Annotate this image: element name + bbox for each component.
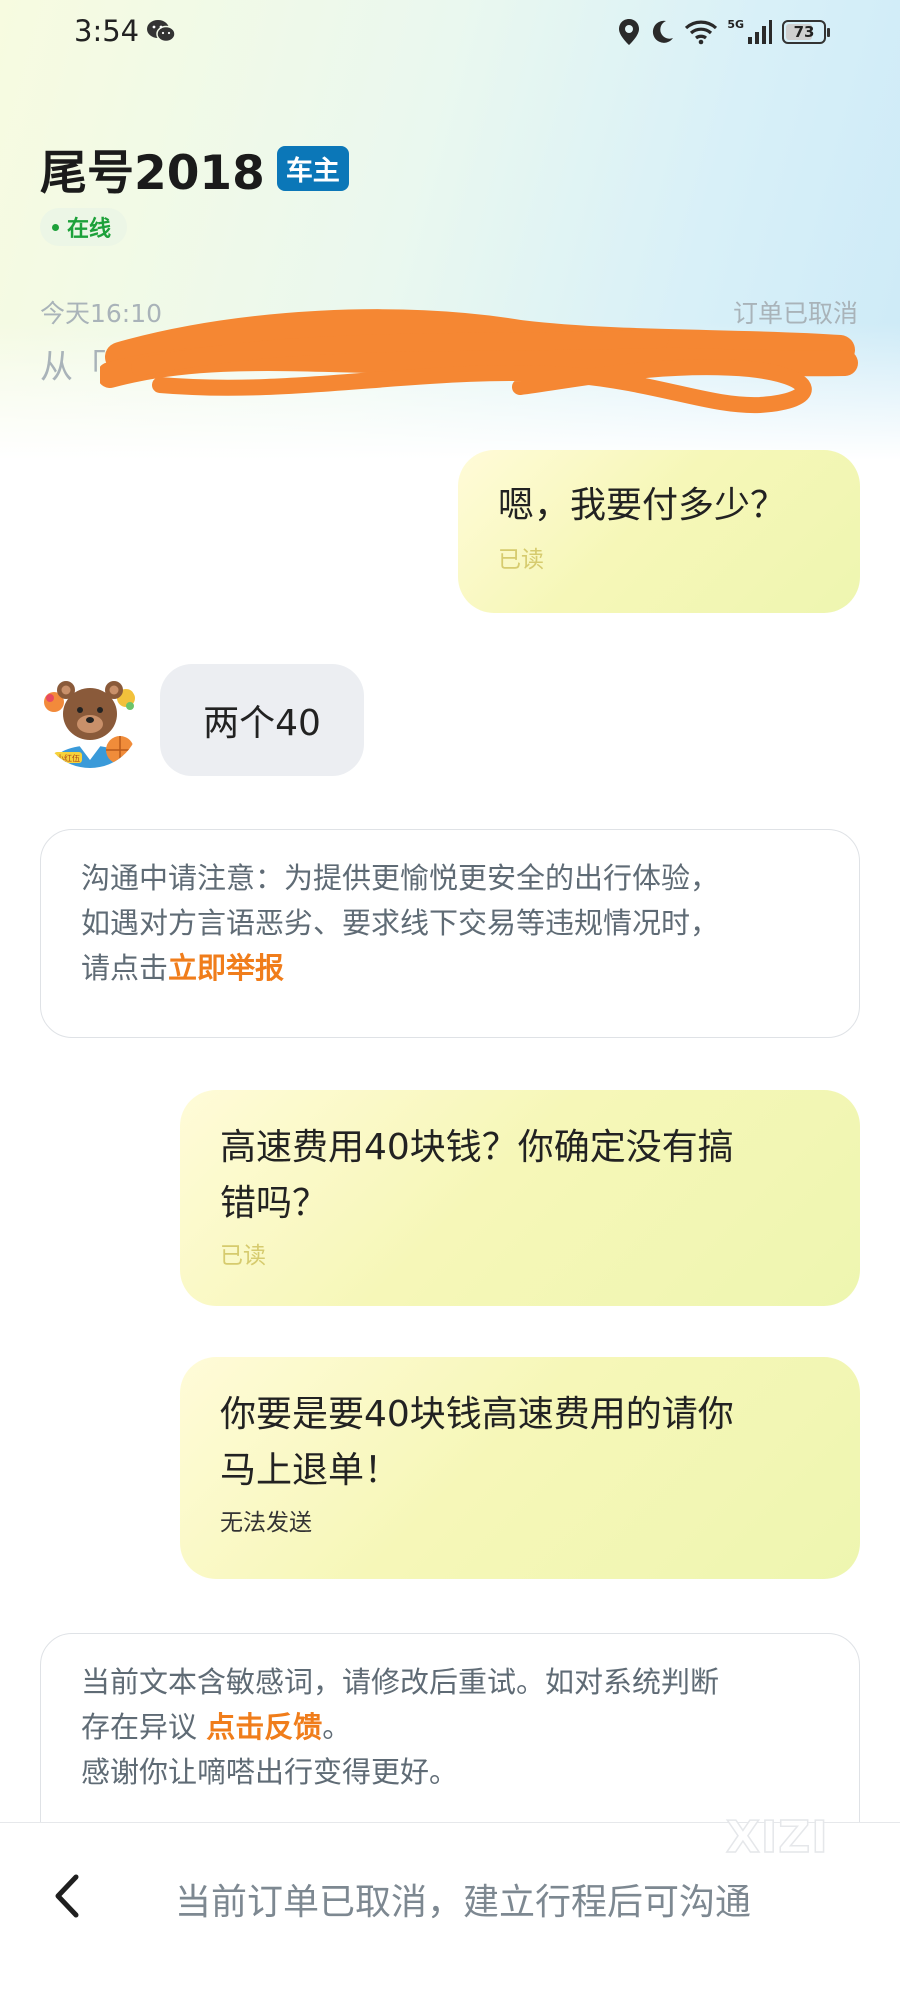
page-title: 尾号2018 <box>40 146 265 201</box>
network-type: 5G <box>727 17 744 31</box>
online-status-label: 在线 <box>67 217 112 242</box>
signal-icon <box>748 20 772 44</box>
message-bubble-sent[interactable]: 嗯，我要付多少？ 已读 <box>458 450 860 613</box>
status-bar: 3:54 5G 73 <box>0 0 900 66</box>
location-icon <box>619 19 640 45</box>
message-text-line: 马上退单！ <box>220 1450 401 1491</box>
message-text-line: 高速费用40块钱？你确定没有搞 <box>220 1127 734 1168</box>
feedback-link[interactable]: 点击反馈 <box>206 1710 322 1744</box>
notice-line: 如遇对方言语恶劣、要求线下交易等违规情况时， <box>81 906 720 940</box>
message-read-status: 已读 <box>220 1243 266 1269</box>
message-bubble-failed[interactable]: 你要是要40块钱高速费用的请你 马上退单！ 无法发送 <box>180 1357 860 1579</box>
message-send-failed-status: 无法发送 <box>220 1510 312 1536</box>
chevron-left-icon[interactable] <box>46 1871 90 1921</box>
message-bubble-received[interactable]: 两个40 <box>160 664 364 776</box>
moon-icon <box>653 20 674 43</box>
battery-icon: 73 <box>782 20 830 44</box>
chat-disabled-hint: 当前订单已取消，建立行程后可沟通 <box>175 1882 752 1923</box>
chat-header: 尾号2018 车主 <box>40 134 349 203</box>
wechat-icon <box>147 20 176 43</box>
message-text: 嗯，我要付多少？ <box>498 485 787 526</box>
notice-line: 沟通中请注意：为提供更愉悦更安全的出行体验， <box>81 861 720 895</box>
role-badge: 车主 <box>276 146 349 191</box>
safety-notice: 沟通中请注意：为提供更愉悦更安全的出行体验， 如遇对方言语恶劣、要求线下交易等违… <box>40 829 860 1038</box>
wifi-icon <box>685 20 718 45</box>
message-text-line: 你要是要40块钱高速费用的请你 <box>220 1394 734 1435</box>
message-text-line: 错吗？ <box>220 1183 329 1224</box>
battery-text: 73 <box>793 23 815 41</box>
online-status-badge: 在线 <box>40 208 128 246</box>
notice-line: 请点击立即举报 <box>81 946 819 991</box>
watermark: XIZI <box>725 1811 829 1864</box>
notice-line-prefix: 存在异议 <box>81 1710 207 1744</box>
notice-line: 当前文本含敏感词，请修改后重试。如对系统判断 <box>81 1665 720 1699</box>
report-link[interactable]: 立即举报 <box>168 951 284 985</box>
notice-line-suffix: 。 <box>322 1710 352 1744</box>
redaction-scribble <box>100 309 858 414</box>
message-text: 两个40 <box>203 703 321 744</box>
trip-route[interactable]: 从「 <box>40 340 106 388</box>
message-bubble-sent[interactable]: 高速费用40块钱？你确定没有搞 错吗？ 已读 <box>180 1090 860 1306</box>
avatar[interactable]: 小红伍 <box>40 668 140 768</box>
bear-avatar-icon: 小红伍 <box>40 668 140 768</box>
status-time: 3:54 <box>74 14 140 48</box>
status-icons: 5G 73 <box>618 14 830 50</box>
notice-line-prefix: 请点击 <box>81 951 169 985</box>
notice-line: 感谢你让嘀嗒出行变得更好。 <box>81 1755 459 1789</box>
notice-line: 存在异议 点击反馈。 <box>81 1705 819 1750</box>
chat-screen: 3:54 5G 73 尾号2018 车主 在线 今天16:10 订单已取消 从「… <box>0 0 900 2000</box>
message-read-status: 已读 <box>498 547 544 573</box>
online-dot-icon <box>52 223 59 231</box>
avatar-badge-label: 小红伍 <box>56 753 80 763</box>
